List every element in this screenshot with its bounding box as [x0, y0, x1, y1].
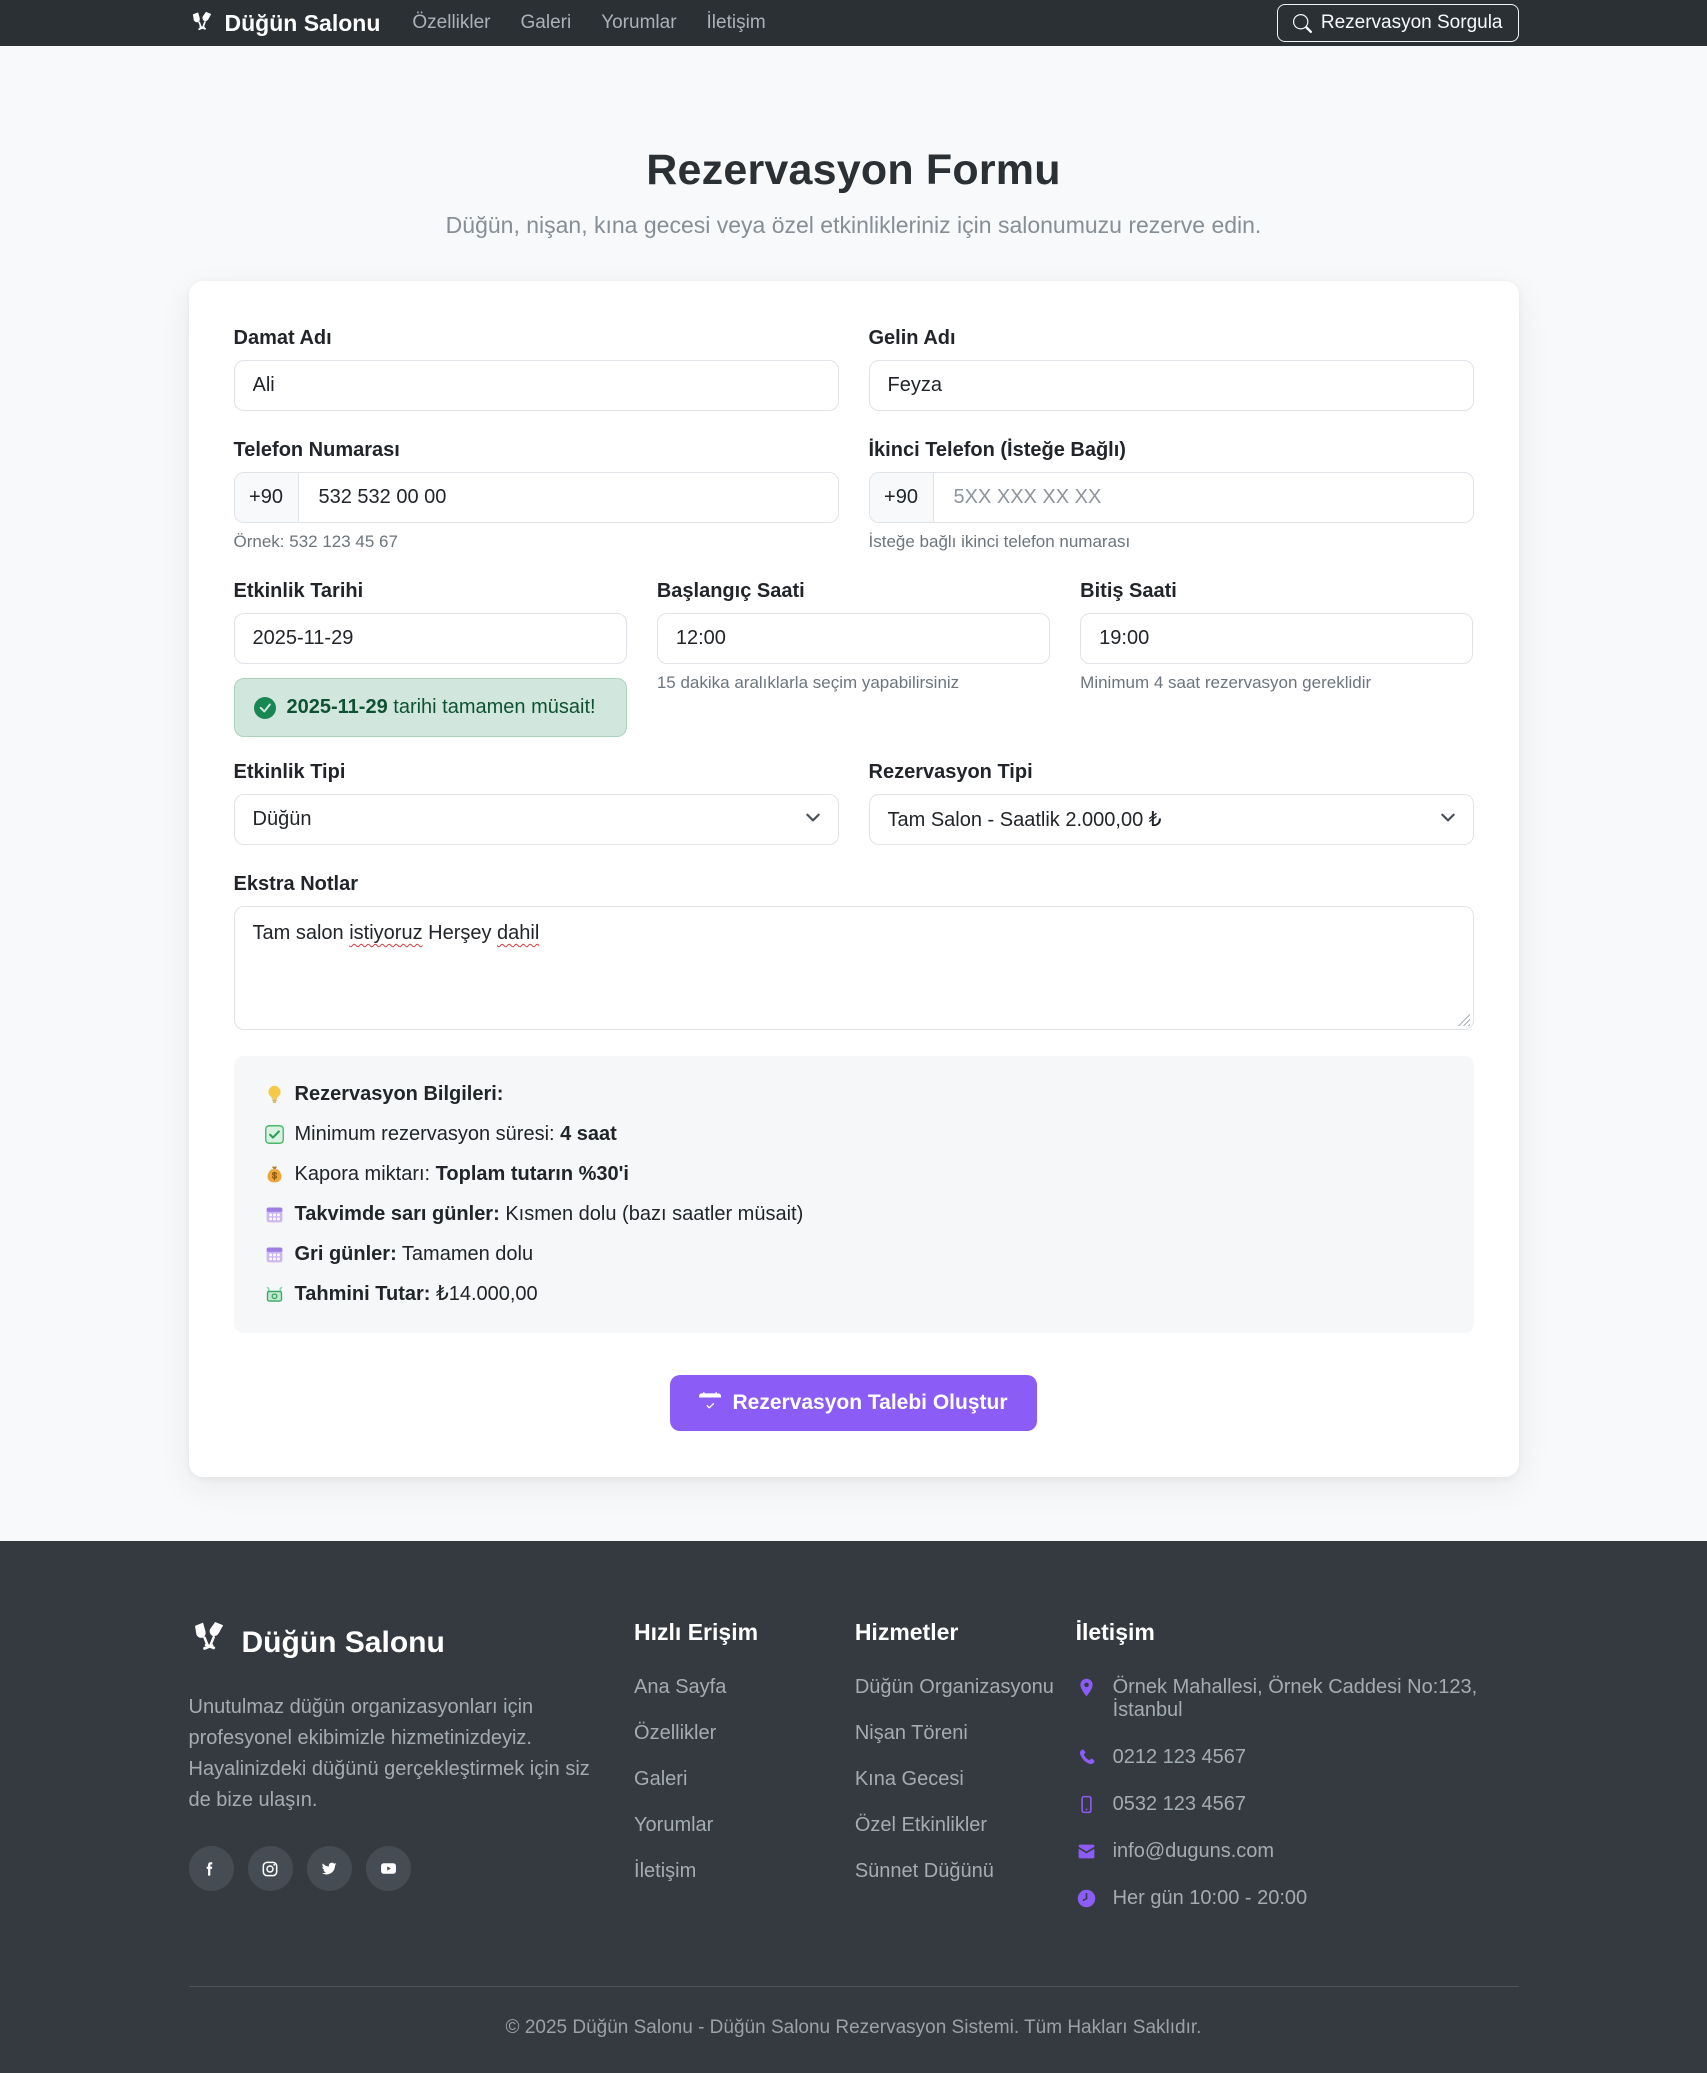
contact-heading: İletişim [1076, 1619, 1519, 1646]
mobile-icon [1076, 1794, 1097, 1815]
facebook-icon[interactable] [189, 1846, 234, 1891]
create-reservation-label: Rezervasyon Talebi Oluştur [732, 1391, 1007, 1415]
quick-access-heading: Hızlı Erişim [634, 1619, 855, 1646]
flying-money-icon [264, 1284, 285, 1305]
top-navbar: Düğün Salonu Özellikler Galeri Yorumlar … [0, 0, 1707, 46]
event-date-input[interactable] [234, 613, 627, 664]
reservation-type-value: Tam Salon - Saatlik 2.000,00 ₺ [888, 807, 1162, 832]
clinking-glasses-icon [189, 1619, 229, 1667]
phone2-hint: İsteğe bağlı ikinci telefon numarası [869, 532, 1474, 552]
reservation-type-select[interactable]: Tam Salon - Saatlik 2.000,00 ₺ [869, 794, 1474, 845]
start-time-label: Başlangıç Saati [657, 580, 1050, 603]
contact-phone: 0212 123 4567 [1076, 1746, 1519, 1769]
phone-hint: Örnek: 532 123 45 67 [234, 532, 839, 552]
search-icon [1293, 14, 1312, 33]
footer-service-ozel-etkinlikler[interactable]: Özel Etkinlikler [855, 1814, 1076, 1837]
check-box-icon [264, 1124, 285, 1145]
phone-input[interactable] [299, 473, 838, 522]
footer-description: Unutulmaz düğün organizasyonları için pr… [189, 1692, 595, 1816]
page-subtitle: Düğün, nişan, kına gecesi veya özel etki… [0, 212, 1707, 239]
start-time-hint: 15 dakika aralıklarla seçim yapabilirsin… [657, 673, 1050, 693]
resize-handle[interactable] [1457, 1013, 1470, 1026]
footer-service-dugun-organizasyonu[interactable]: Düğün Organizasyonu [855, 1676, 1076, 1699]
extra-notes-label: Ekstra Notlar [234, 873, 1474, 896]
event-type-select[interactable]: Düğün [234, 794, 839, 845]
availability-date: 2025-11-29 [287, 696, 388, 718]
groom-name-input[interactable] [234, 360, 839, 411]
contact-hours: Her gün 10:00 - 20:00 [1076, 1887, 1519, 1910]
services-heading: Hizmetler [855, 1619, 1076, 1646]
copyright: © 2025 Düğün Salonu - Düğün Salonu Rezer… [189, 1987, 1519, 2073]
groom-name-label: Damat Adı [234, 327, 839, 350]
nav-link-yorumlar[interactable]: Yorumlar [601, 12, 676, 34]
main-nav: Özellikler Galeri Yorumlar İletişim [412, 12, 765, 34]
nav-link-iletisim[interactable]: İletişim [707, 12, 766, 34]
nav-link-galeri[interactable]: Galeri [521, 12, 572, 34]
calendar-check-icon [699, 1392, 721, 1414]
contact-mobile: 0532 123 4567 [1076, 1793, 1519, 1816]
reservation-info-panel: Rezervasyon Bilgileri: Minimum rezervasy… [234, 1056, 1474, 1333]
contact-email: info@duguns.com [1076, 1840, 1519, 1863]
twitter-icon[interactable] [307, 1846, 352, 1891]
availability-alert: 2025-11-29 tarihi tamamen müsait! [234, 678, 627, 737]
notes-text: Herşey [423, 922, 497, 944]
reservation-form-card: Damat Adı Gelin Adı Telefon Numarası +90… [189, 281, 1519, 1477]
phone-icon [1076, 1747, 1097, 1768]
phone2-input[interactable] [934, 473, 1473, 522]
footer-service-kina-gecesi[interactable]: Kına Gecesi [855, 1768, 1076, 1791]
end-time-label: Bitiş Saati [1080, 580, 1473, 603]
event-type-value: Düğün [253, 808, 312, 831]
extra-notes-textarea[interactable]: Tam salon istiyoruz Herşey dahil [234, 906, 1474, 1030]
footer-link-ozellikler[interactable]: Özellikler [634, 1722, 855, 1745]
youtube-icon[interactable] [366, 1846, 411, 1891]
phone-label: Telefon Numarası [234, 439, 839, 462]
envelope-icon [1076, 1841, 1097, 1862]
nav-link-ozellikler[interactable]: Özellikler [412, 12, 490, 34]
reservation-query-button[interactable]: Rezervasyon Sorgula [1277, 4, 1519, 42]
footer-brand: Düğün Salonu [189, 1619, 595, 1667]
phone2-country-prefix: +90 [870, 473, 934, 522]
clinking-glasses-icon [189, 10, 215, 36]
chevron-down-icon [1439, 808, 1457, 832]
end-time-hint: Minimum 4 saat rezervasyon gereklidir [1080, 673, 1473, 693]
footer-service-nisan-toreni[interactable]: Nişan Töreni [855, 1722, 1076, 1745]
notes-text-misspelled: istiyoruz [349, 922, 422, 944]
footer-link-iletisim[interactable]: İletişim [634, 1860, 855, 1883]
reservation-type-label: Rezervasyon Tipi [869, 761, 1474, 784]
chevron-down-icon [804, 808, 822, 832]
geo-pin-icon [1076, 1677, 1097, 1698]
money-bag-icon [264, 1164, 285, 1185]
notes-text-misspelled: dahil [497, 922, 539, 944]
create-reservation-button[interactable]: Rezervasyon Talebi Oluştur [670, 1375, 1036, 1431]
contact-address: Örnek Mahallesi, Örnek Caddesi No:123, İ… [1076, 1676, 1519, 1722]
event-date-label: Etkinlik Tarihi [234, 580, 627, 603]
bride-name-label: Gelin Adı [869, 327, 1474, 350]
bulb-icon [264, 1084, 285, 1105]
brand-logo[interactable]: Düğün Salonu [189, 10, 381, 37]
reservation-query-label: Rezervasyon Sorgula [1321, 12, 1503, 34]
bride-name-input[interactable] [869, 360, 1474, 411]
page-title: Rezervasyon Formu [0, 146, 1707, 195]
availability-message: tarihi tamamen müsait! [388, 696, 596, 718]
check-circle-icon [254, 697, 276, 719]
event-type-label: Etkinlik Tipi [234, 761, 839, 784]
footer-brand-title: Düğün Salonu [242, 1626, 445, 1660]
calendar-icon [264, 1244, 285, 1265]
instagram-icon[interactable] [248, 1846, 293, 1891]
footer-link-galeri[interactable]: Galeri [634, 1768, 855, 1791]
start-time-input[interactable] [657, 613, 1050, 664]
notes-text: Tam salon [253, 922, 350, 944]
clock-icon [1076, 1888, 1097, 1909]
end-time-input[interactable] [1080, 613, 1473, 664]
footer-link-yorumlar[interactable]: Yorumlar [634, 1814, 855, 1837]
brand-title: Düğün Salonu [225, 10, 381, 37]
phone2-label: İkinci Telefon (İsteğe Bağlı) [869, 439, 1474, 462]
phone-country-prefix: +90 [235, 473, 299, 522]
footer-service-sunnet-dugunu[interactable]: Sünnet Düğünü [855, 1860, 1076, 1883]
calendar-icon [264, 1204, 285, 1225]
footer: Düğün Salonu Unutulmaz düğün organizasyo… [0, 1541, 1707, 2073]
footer-link-ana-sayfa[interactable]: Ana Sayfa [634, 1676, 855, 1699]
